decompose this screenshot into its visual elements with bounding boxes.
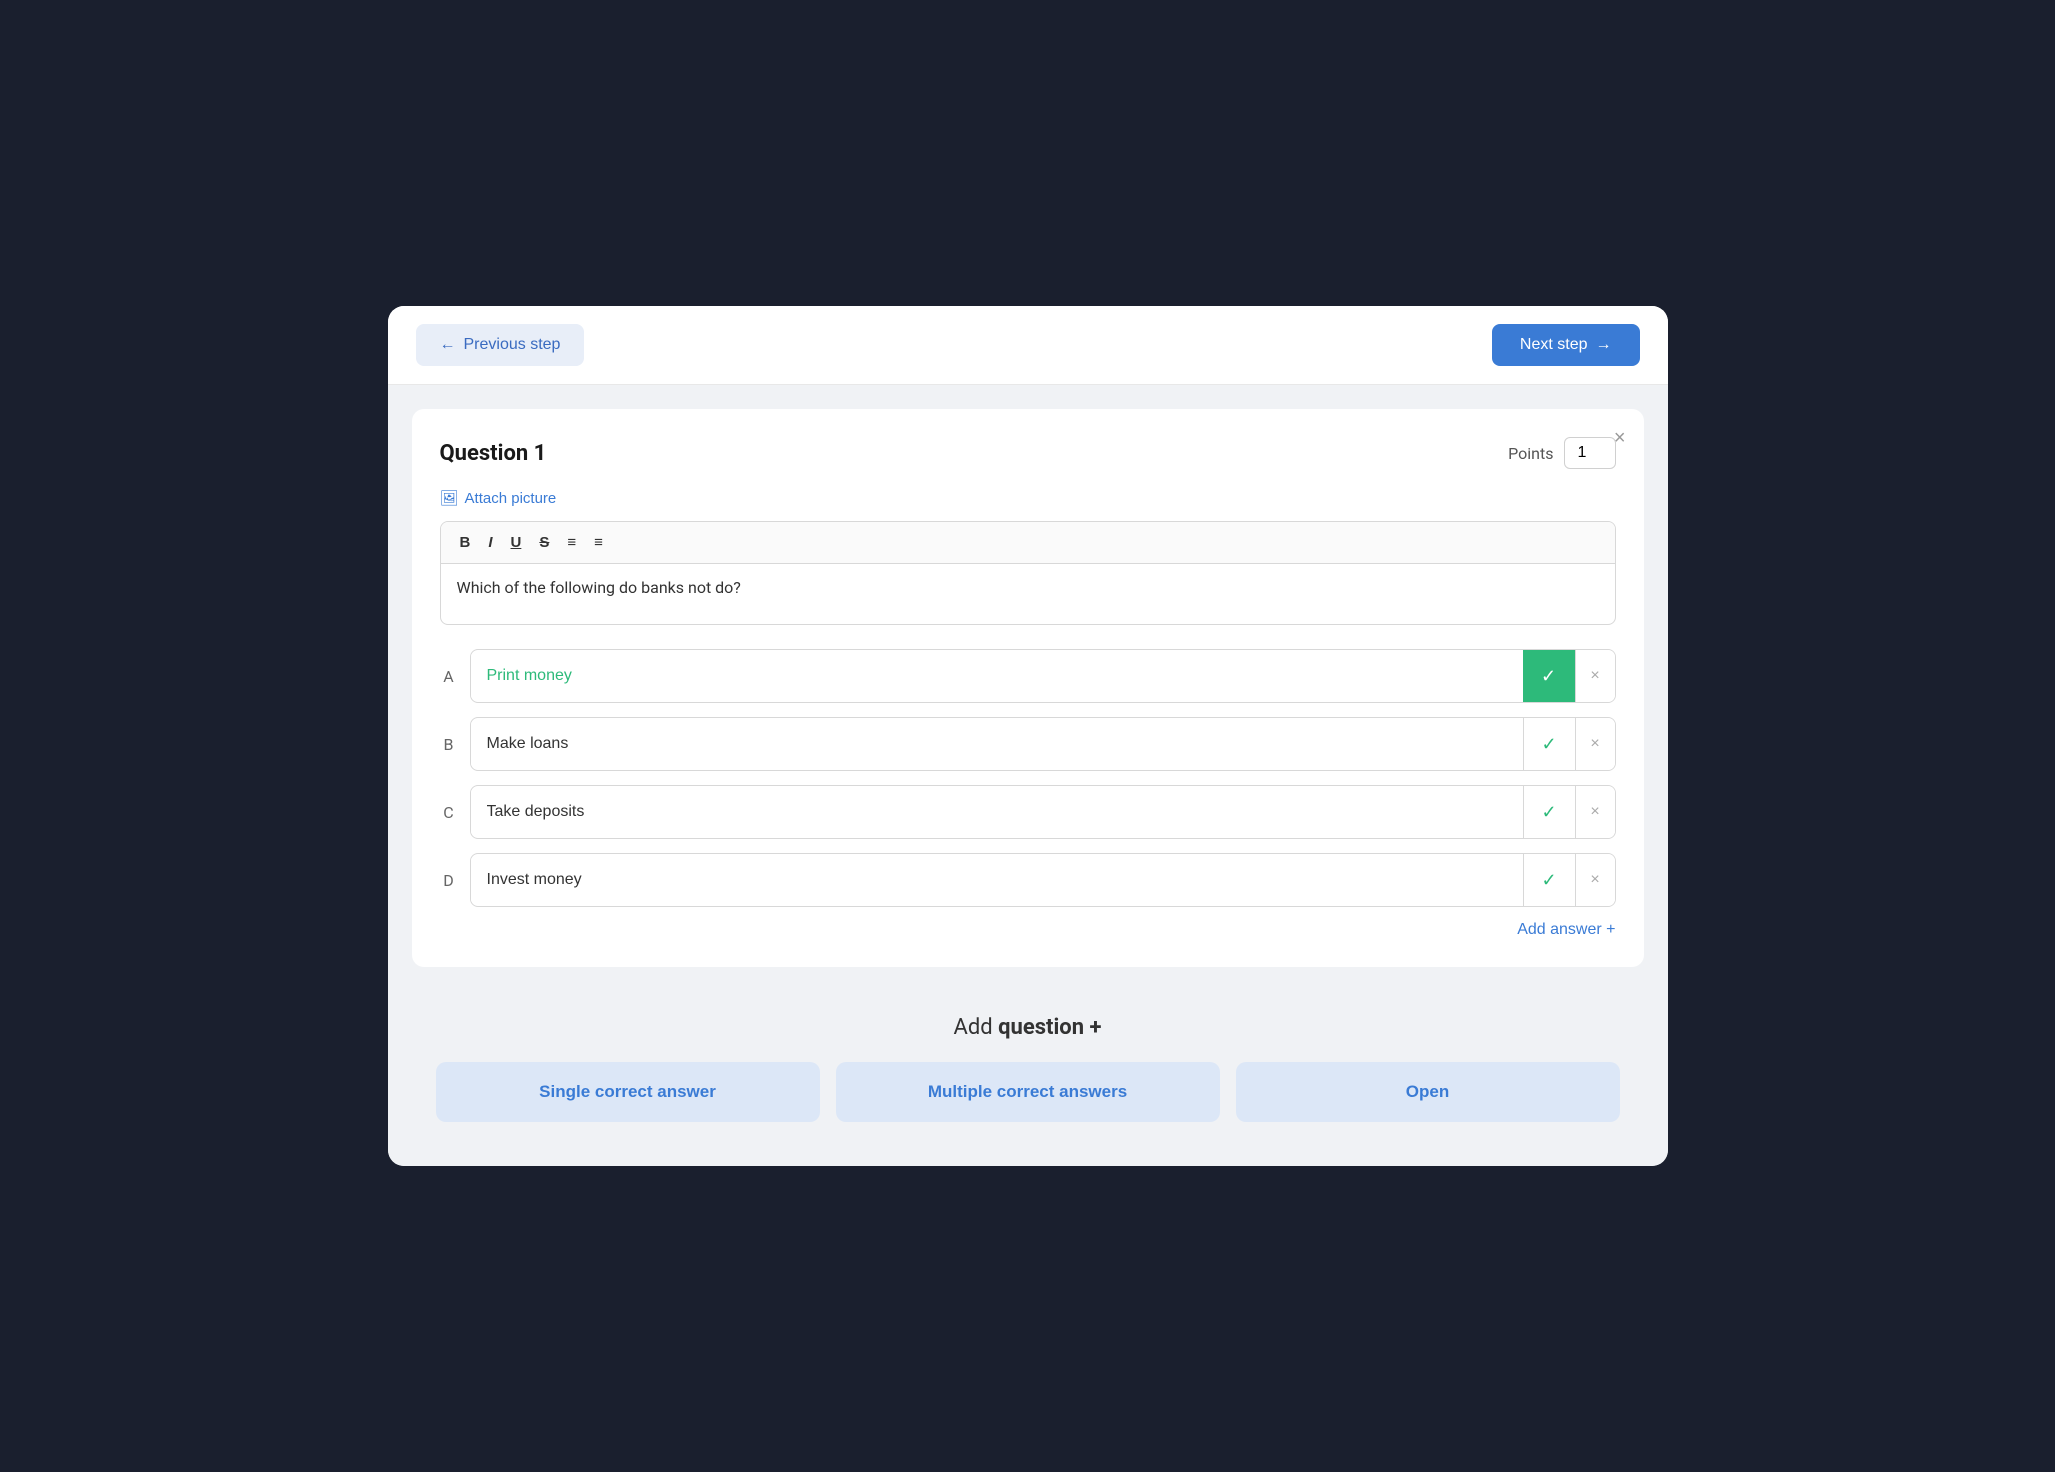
open-label: Open xyxy=(1406,1082,1449,1101)
answer-a-delete-button[interactable]: × xyxy=(1575,650,1615,702)
add-answer-label: Add answer + xyxy=(1517,921,1615,939)
question-header: Question 1 Points xyxy=(440,437,1616,469)
single-correct-answer-button[interactable]: Single correct answer xyxy=(436,1062,820,1122)
answer-row: A ✓ × xyxy=(440,649,1616,703)
attach-picture-label: Attach picture xyxy=(465,490,557,507)
next-step-button[interactable]: Next step → xyxy=(1492,324,1640,366)
next-step-label: Next step xyxy=(1520,336,1588,354)
ordered-list-button[interactable]: ≡ xyxy=(560,530,583,555)
answer-row: C ✓ × xyxy=(440,785,1616,839)
close-icon: × xyxy=(1590,735,1599,753)
answer-c-check-button[interactable]: ✓ xyxy=(1523,786,1575,838)
previous-step-button[interactable]: ← Previous step xyxy=(416,324,585,366)
open-question-button[interactable]: Open xyxy=(1236,1062,1620,1122)
answers-list: A ✓ × B xyxy=(440,649,1616,907)
underline-button[interactable]: U xyxy=(504,530,529,555)
italic-button[interactable]: I xyxy=(481,530,499,555)
arrow-right-icon: → xyxy=(1596,336,1612,354)
add-answer-button[interactable]: Add answer + xyxy=(1517,921,1615,939)
add-question-title: Add question + xyxy=(436,1015,1620,1040)
points-label: Points xyxy=(1508,444,1553,463)
checkmark-icon: ✓ xyxy=(1541,802,1556,823)
add-question-section: Add question + Single correct answer Mul… xyxy=(412,987,1644,1142)
add-bold: question + xyxy=(998,1015,1101,1040)
strikethrough-button[interactable]: S xyxy=(532,530,556,555)
answer-row: D ✓ × xyxy=(440,853,1616,907)
close-icon: × xyxy=(1590,667,1599,685)
question-editor: B I U S ≡ ≡ Which of the following do ba… xyxy=(440,521,1616,625)
close-question-button[interactable]: × xyxy=(1614,427,1626,450)
answer-row: B ✓ × xyxy=(440,717,1616,771)
points-input[interactable] xyxy=(1564,437,1616,469)
multiple-correct-answers-button[interactable]: Multiple correct answers xyxy=(836,1062,1220,1122)
add-answer-row: Add answer + xyxy=(440,921,1616,939)
multiple-correct-label: Multiple correct answers xyxy=(928,1082,1127,1101)
answer-b-input[interactable] xyxy=(471,722,1523,766)
answer-letter-a: A xyxy=(440,667,458,686)
add-prefix: Add xyxy=(953,1015,998,1040)
checkmark-icon: ✓ xyxy=(1541,734,1556,755)
answer-d-wrap: ✓ × xyxy=(470,853,1616,907)
answer-d-delete-button[interactable]: × xyxy=(1575,854,1615,906)
answer-b-wrap: ✓ × xyxy=(470,717,1616,771)
attach-picture-button[interactable]: 🖼 Attach picture xyxy=(440,489,557,507)
answer-c-delete-button[interactable]: × xyxy=(1575,786,1615,838)
answer-letter-c: C xyxy=(440,803,458,822)
checkmark-icon: ✓ xyxy=(1541,870,1556,891)
close-icon: × xyxy=(1590,871,1599,889)
image-icon: 🖼 xyxy=(440,489,459,507)
question-type-buttons: Single correct answer Multiple correct a… xyxy=(436,1062,1620,1122)
previous-step-label: Previous step xyxy=(464,336,561,354)
top-bar: ← Previous step Next step → xyxy=(388,306,1668,385)
question-text[interactable]: Which of the following do banks not do? xyxy=(441,564,1615,624)
editor-toolbar: B I U S ≡ ≡ xyxy=(441,522,1615,564)
answer-c-wrap: ✓ × xyxy=(470,785,1616,839)
close-icon: × xyxy=(1590,803,1599,821)
unordered-list-button[interactable]: ≡ xyxy=(587,530,610,555)
answer-letter-b: B xyxy=(440,735,458,754)
arrow-left-icon: ← xyxy=(440,336,456,354)
answer-letter-d: D xyxy=(440,871,458,890)
close-icon: × xyxy=(1614,427,1626,449)
checkmark-icon: ✓ xyxy=(1541,666,1556,687)
main-container: ← Previous step Next step → × Question 1… xyxy=(388,306,1668,1166)
answer-a-input[interactable] xyxy=(471,654,1523,698)
answer-b-delete-button[interactable]: × xyxy=(1575,718,1615,770)
answer-a-check-button[interactable]: ✓ xyxy=(1523,650,1575,702)
question-title: Question 1 xyxy=(440,441,547,466)
points-group: Points xyxy=(1508,437,1615,469)
main-content: × Question 1 Points 🖼 Attach picture B I… xyxy=(388,385,1668,1166)
answer-a-wrap: ✓ × xyxy=(470,649,1616,703)
bold-button[interactable]: B xyxy=(453,530,478,555)
answer-b-check-button[interactable]: ✓ xyxy=(1523,718,1575,770)
single-correct-label: Single correct answer xyxy=(539,1082,716,1101)
answer-d-input[interactable] xyxy=(471,858,1523,902)
answer-c-input[interactable] xyxy=(471,790,1523,834)
question-card: × Question 1 Points 🖼 Attach picture B I… xyxy=(412,409,1644,967)
answer-d-check-button[interactable]: ✓ xyxy=(1523,854,1575,906)
